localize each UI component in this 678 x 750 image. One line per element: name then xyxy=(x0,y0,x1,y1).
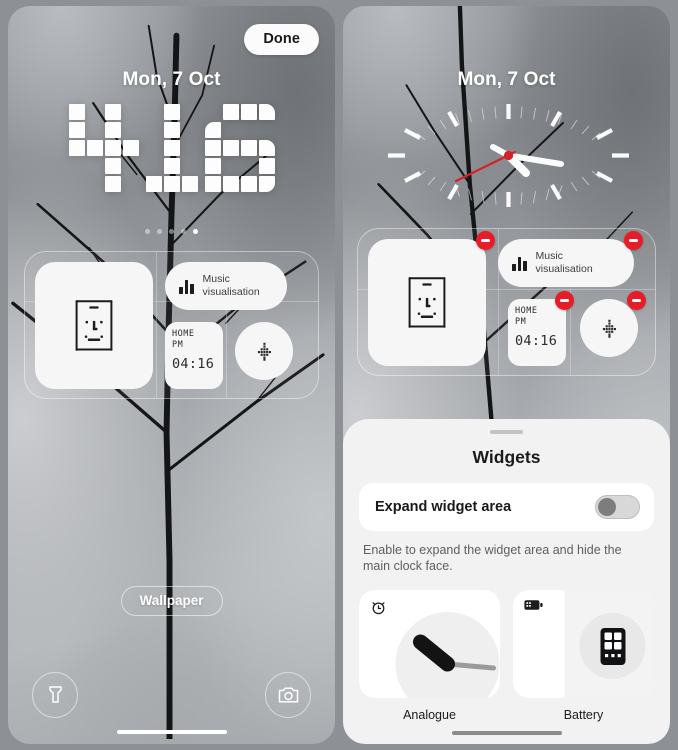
pixel-digit-6 xyxy=(204,104,275,192)
pixel-digit-4 xyxy=(68,104,139,192)
battery-preview-card[interactable] xyxy=(513,590,654,698)
sheet-grabber[interactable] xyxy=(490,430,523,434)
done-button[interactable]: Done xyxy=(244,24,319,55)
music-visualisation-widget[interactable]: Music visualisation xyxy=(165,262,287,310)
home-indicator xyxy=(451,731,562,735)
remove-widget-badge[interactable] xyxy=(555,291,574,310)
bar-chart-icon xyxy=(512,256,527,271)
widget-picker-battery[interactable]: Battery xyxy=(513,590,654,722)
clock-widget-meridiem: PM xyxy=(172,340,184,350)
remove-widget-badge[interactable] xyxy=(476,231,495,250)
music-label-line1: Music xyxy=(202,273,230,285)
camera-button[interactable] xyxy=(265,672,311,718)
wallpaper-button[interactable]: Wallpaper xyxy=(120,586,223,616)
alarm-clock-icon xyxy=(372,602,385,615)
page-dot[interactable] xyxy=(169,229,174,234)
page-dot[interactable] xyxy=(157,229,162,234)
pixel-digit-1 xyxy=(145,104,198,192)
clock-widget-time: 04:16 xyxy=(515,333,558,349)
music-visualisation-widget[interactable]: Music visualisation xyxy=(498,239,634,287)
clock-widget-location: HOME xyxy=(172,329,195,339)
expand-widget-area-toggle[interactable] xyxy=(595,495,640,519)
sheet-title: Widgets xyxy=(472,447,541,467)
remove-widget-badge[interactable] xyxy=(624,231,643,250)
clock-widget-time: 04:16 xyxy=(172,356,215,372)
bar-chart-icon xyxy=(179,279,194,294)
clock-widget-meridiem: PM xyxy=(515,317,527,327)
left-phone-screen: Done Mon, 7 Oct Music visualisation HOME… xyxy=(8,6,335,744)
analogue-preview-card[interactable] xyxy=(359,590,500,698)
page-dots[interactable] xyxy=(8,229,335,234)
toggle-knob xyxy=(598,498,616,516)
flashlight-icon xyxy=(48,686,62,703)
clock-hands xyxy=(454,144,564,183)
widget-picker-row: Analogue Battery xyxy=(359,590,654,722)
page-dot[interactable] xyxy=(181,229,186,234)
dotted-cross-compass-icon xyxy=(602,319,616,338)
widget-tray: Music visualisation HOME PM 04:16 xyxy=(24,251,319,399)
dotted-phone-smiley-icon xyxy=(75,300,113,351)
home-clock-widget[interactable]: HOME PM 04:16 xyxy=(165,322,223,389)
flashlight-button[interactable] xyxy=(32,672,78,718)
smiley-phone-widget[interactable] xyxy=(35,262,153,389)
dual-phone-screenshot: Done Mon, 7 Oct Music visualisation HOME… xyxy=(0,0,678,750)
expand-widget-area-description: Enable to expand the widget area and hid… xyxy=(363,543,622,573)
pixel-clock[interactable] xyxy=(8,104,335,192)
battery-label: Battery xyxy=(563,708,604,722)
music-label-line1: Music xyxy=(535,250,563,262)
battery-icon xyxy=(524,600,543,610)
music-label-line2: visualisation xyxy=(535,263,593,275)
clock-center-dot xyxy=(503,150,514,161)
music-widget-label: Music visualisation xyxy=(203,273,260,299)
home-clock-widget[interactable]: HOME PM 04:16 xyxy=(508,299,566,366)
camera-icon xyxy=(278,687,298,703)
date-label: Mon, 7 Oct xyxy=(122,69,221,90)
minus-icon xyxy=(560,299,569,302)
smiley-phone-widget[interactable] xyxy=(368,239,486,366)
analogue-clock[interactable] xyxy=(343,88,670,223)
music-widget-label: Music visualisation xyxy=(536,250,593,276)
dotted-cross-compass-icon xyxy=(257,342,271,361)
minus-icon xyxy=(481,239,490,242)
home-indicator xyxy=(116,730,227,734)
widgets-sheet: Widgets Expand widget area Enable to exp… xyxy=(343,419,670,744)
widget-tray-editing: Music visualisation HOME PM 04:16 xyxy=(357,228,656,376)
right-phone-widgets-settings: Mon, 7 Oct Music visualisation HOME PM 0… xyxy=(339,0,678,750)
page-dot[interactable] xyxy=(145,229,150,234)
minus-icon xyxy=(629,239,638,242)
page-dot-active[interactable] xyxy=(193,229,198,234)
expand-widget-area-label: Expand widget area xyxy=(375,499,512,515)
widget-picker-analogue[interactable]: Analogue xyxy=(359,590,500,722)
compass-widget[interactable] xyxy=(235,322,293,380)
left-phone-lockscreen-edit: Done Mon, 7 Oct Music visualisation HOME… xyxy=(0,0,339,750)
dotted-phone-smiley-icon xyxy=(408,277,446,328)
minus-icon xyxy=(632,299,641,302)
music-label-line2: visualisation xyxy=(202,286,260,298)
remove-widget-badge[interactable] xyxy=(627,291,646,310)
analogue-label: Analogue xyxy=(403,708,456,722)
expand-widget-area-row[interactable]: Expand widget area xyxy=(359,483,654,531)
right-phone-screen: Mon, 7 Oct Music visualisation HOME PM 0… xyxy=(343,6,670,744)
